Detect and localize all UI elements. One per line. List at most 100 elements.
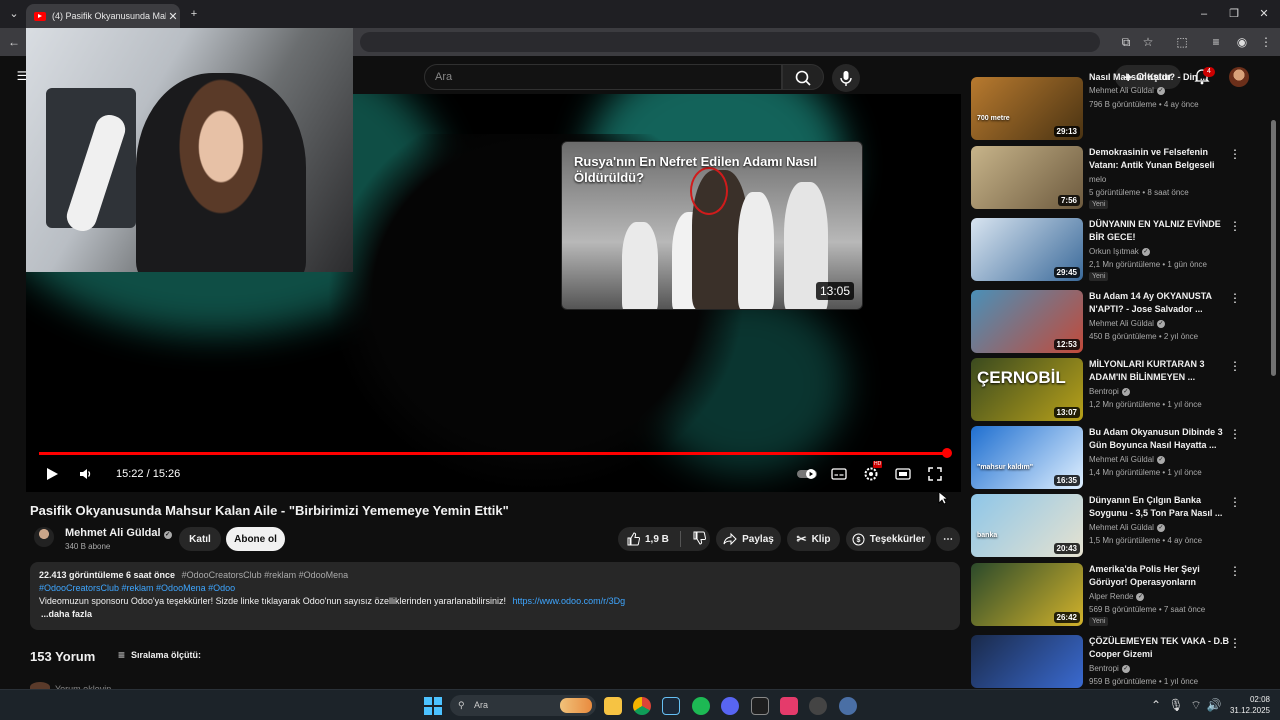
fullscreen-button[interactable] [926,464,944,484]
more-vertical-icon[interactable]: ⋮ [1229,292,1241,306]
recommendation-item[interactable]: 7:56 Demokrasinin ve Felsefenin Vatanı: A… [971,146,1271,210]
discord-icon[interactable] [721,697,739,715]
profile-icon[interactable]: ◉ [1234,34,1250,50]
more-vertical-icon[interactable]: ⋮ [1229,220,1241,234]
settings-app-icon[interactable] [839,697,857,715]
recommendation-channel[interactable]: melo [1089,175,1106,184]
more-vertical-icon[interactable]: ⋮ [1229,428,1241,442]
recommendation-title[interactable]: Amerika'da Polis Her Şeyi Görüyor! Opera… [1089,563,1229,589]
recommendation-title[interactable]: MİLYONLARI KURTARAN 3 ADAM'IN BİLİNMEYEN… [1089,358,1229,384]
recommendation-channel[interactable]: Bentropi ✓ [1089,664,1130,673]
recommendation-title[interactable]: Bu Adam 14 Ay OKYANUSTA N'APTI? - Jose S… [1089,290,1229,316]
chrome-icon[interactable] [633,697,651,715]
recommendation-title[interactable]: Nasıl Mahsur Kaldı? - Din ... [1089,71,1229,84]
join-button[interactable]: Katıl [179,527,221,551]
recommendation-thumbnail[interactable]: 12:53 [971,290,1083,353]
like-button[interactable]: 1,9 B [626,532,669,546]
thanks-button[interactable]: $ Teşekkürler [846,527,931,551]
tab-search-chevron-icon[interactable]: ⌄ [6,6,22,22]
recommendation-item[interactable]: 700 metre 29:13 Nasıl Mahsur Kaldı? - Din … [971,72,1271,141]
recommendation-channel[interactable]: Alper Rende ✓ [1089,592,1145,601]
sponsor-link[interactable]: https://www.odoo.com/r/3Dg [513,596,626,606]
more-vertical-icon[interactable]: ⋮ [1229,565,1241,579]
install-app-icon[interactable]: ⧉ [1118,34,1134,50]
restore-icon[interactable]: ❐ [1226,6,1242,22]
recommendation-thumbnail[interactable]: 700 metre 29:13 [971,77,1083,140]
autoplay-toggle[interactable] [796,464,818,484]
play-button[interactable] [44,464,60,484]
obs-icon[interactable] [809,697,827,715]
clock[interactable]: 02:08 31.12.2025 [1226,694,1270,716]
app-icon[interactable] [780,697,798,715]
recommendation-title[interactable]: DÜNYANIN EN YALNIZ EVİNDE BİR GECE! [1089,218,1229,244]
search-button[interactable] [782,64,824,90]
subscribe-button[interactable]: Abone ol [226,527,285,551]
recommendation-channel[interactable]: Mehmet Ali Güldal ✓ [1089,523,1165,532]
progress-bar[interactable] [39,448,953,458]
recommendation-thumbnail[interactable]: 7:56 [971,146,1083,209]
extensions-icon[interactable]: ⬚ [1174,34,1190,50]
recommendation-thumbnail[interactable]: "mahsur kaldım" 16:35 [971,426,1083,489]
file-explorer-icon[interactable] [604,697,622,715]
more-actions-button[interactable]: ⋯ [936,527,960,551]
share-button[interactable]: Paylaş [716,527,781,551]
channel-avatar[interactable] [34,527,54,547]
tab-close-icon[interactable]: ✕ [166,10,180,23]
browser-menu-icon[interactable]: ⋮ [1258,34,1274,50]
recommendation-thumbnail[interactable]: ÇERNOBİL 13:07 [971,358,1083,421]
recommendation-channel[interactable]: Mehmet Ali Güldal ✓ [1089,319,1165,328]
speaker-icon[interactable]: 🔊 [1206,697,1222,713]
more-vertical-icon[interactable]: ⋮ [1229,637,1241,651]
address-field[interactable] [360,32,1100,52]
recommendation-channel[interactable]: Bentropi ✓ [1089,387,1130,396]
recommendation-thumbnail[interactable]: 29:45 [971,218,1083,281]
tray-chevron-icon[interactable]: ⌃ [1148,697,1164,713]
inline-hashtags[interactable]: #OdooCreatorsClub #reklam #OdooMena [182,570,349,580]
recommendation-item[interactable]: 29:45 DÜNYANIN EN YALNIZ EVİNDE BİR GECE!… [971,218,1271,282]
recommendation-thumbnail[interactable]: 26:42 [971,563,1083,626]
hashtag-links[interactable]: #OdooCreatorsClub #reklam #OdooMena #Odo… [39,582,951,595]
steam-icon[interactable] [662,697,680,715]
recommendation-title[interactable]: Bu Adam Okyanusun Dibinde 3 Gün Boyunca … [1089,426,1229,452]
taskbar-search[interactable]: ⚲ Ara [450,695,596,716]
theater-mode-button[interactable] [894,464,912,484]
voice-search-button[interactable] [832,64,860,92]
recommendation-item[interactable]: ÇERNOBİL 13:07 MİLYONLARI KURTARAN 3 ADAM'… [971,358,1271,422]
recommendation-item[interactable]: banka 20:43 Dünyanın En Çılgın Banka Soygu… [971,494,1271,558]
recommendation-title[interactable]: Dünyanın En Çılgın Banka Soygunu - 3,5 T… [1089,494,1229,520]
sort-comments-button[interactable]: ≡ Sıralama ölçütü: [118,648,201,662]
subtitles-button[interactable] [830,464,848,484]
clip-button[interactable]: ✂ Klip [787,527,840,551]
spotify-icon[interactable] [692,697,710,715]
show-more-link[interactable]: ...daha fazla [41,608,951,621]
dislike-button[interactable] [692,531,706,548]
page-scrollbar[interactable] [1271,120,1276,376]
windows-start-icon[interactable] [424,697,442,715]
recommendation-title[interactable]: Demokrasinin ve Felsefenin Vatanı: Antik… [1089,146,1229,172]
recommendation-item[interactable]: 26:42 Amerika'da Polis Her Şeyi Görüyor! … [971,563,1271,627]
description-box[interactable]: 22.413 görüntüleme 6 saat önce #OdooCrea… [30,562,960,630]
browser-tab[interactable]: (4) Pasifik Okyanusunda Mahsur Kalan Ail… [26,4,180,28]
recommendation-item[interactable]: 12:53 Bu Adam 14 Ay OKYANUSTA N'APTI? - J… [971,290,1271,354]
channel-name[interactable]: Mehmet Ali Güldal ✓ [65,527,172,539]
settings-button[interactable]: HD [862,461,883,484]
media-control-icon[interactable]: ≡ [1208,34,1224,50]
recommendation-thumbnail[interactable] [971,635,1083,688]
recommendation-item[interactable]: "mahsur kaldım" 16:35 Bu Adam Okyanusun Di… [971,426,1271,490]
recommendation-thumbnail[interactable]: banka 20:43 [971,494,1083,557]
more-vertical-icon[interactable]: ⋮ [1229,496,1241,510]
minimize-icon[interactable]: – [1196,6,1212,22]
recommendation-channel[interactable]: Mehmet Ali Güldal ✓ [1089,455,1165,464]
volume-button[interactable] [77,464,93,484]
more-vertical-icon[interactable]: ⋮ [1229,148,1241,162]
recommendation-channel[interactable]: Mehmet Ali Güldal ✓ [1089,86,1165,95]
more-vertical-icon[interactable]: ⋮ [1229,360,1241,374]
wifi-icon[interactable]: ⌔ [1188,697,1204,713]
window-close-icon[interactable]: ✕ [1256,6,1272,22]
new-tab-button[interactable]: + [186,6,202,22]
tray-mic-icon[interactable]: 🎙 [1168,697,1184,713]
back-arrow-icon[interactable]: ← [6,34,22,50]
progress-scrubber[interactable] [942,448,953,458]
recommendation-channel[interactable]: Orkun Işıtmak ✓ [1089,247,1150,256]
terminal-icon[interactable] [751,697,769,715]
